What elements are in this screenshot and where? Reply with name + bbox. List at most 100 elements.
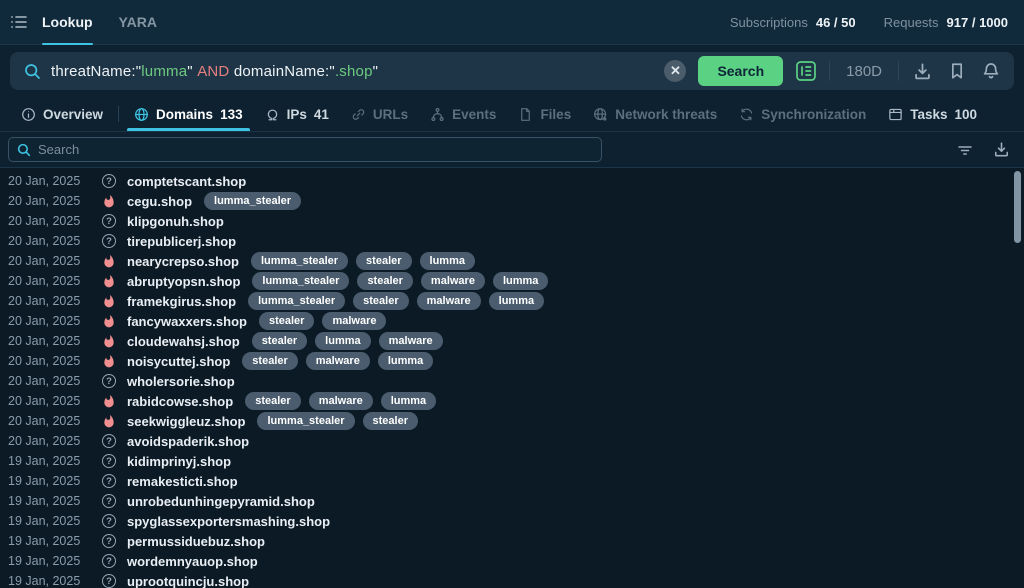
row-domain[interactable]: seekwiggleuz.shop — [127, 414, 245, 429]
tag[interactable]: stealer — [259, 312, 314, 329]
row-date: 20 Jan, 2025 — [8, 394, 92, 408]
download-icon[interactable] — [911, 60, 934, 83]
tab-overview[interactable]: Overview — [10, 97, 114, 131]
tab-domains[interactable]: Domains133 — [123, 97, 254, 131]
table-row[interactable]: 19 Jan, 2025?spyglassexportersmashing.sh… — [0, 511, 1024, 531]
filter-search-input[interactable] — [38, 142, 593, 157]
fire-icon — [102, 194, 116, 209]
row-domain[interactable]: cegu.shop — [127, 194, 192, 209]
tab-urls-label: URLs — [373, 107, 408, 122]
tag[interactable]: stealer — [353, 292, 408, 309]
table-row[interactable]: 19 Jan, 2025?remakesticti.shop — [0, 471, 1024, 491]
row-domain[interactable]: abruptyopsn.shop — [127, 274, 240, 289]
row-domain[interactable]: permussiduebuz.shop — [127, 534, 265, 549]
search-button[interactable]: Search — [698, 56, 783, 86]
row-domain[interactable]: remakesticti.shop — [127, 474, 238, 489]
tag[interactable]: lumma — [378, 352, 433, 369]
tag[interactable]: lumma_stealer — [257, 412, 354, 429]
row-domain[interactable]: klipgonuh.shop — [127, 214, 224, 229]
row-domain[interactable]: cloudewahsj.shop — [127, 334, 240, 349]
bell-icon[interactable] — [980, 60, 1002, 82]
tab-domains-count: 133 — [220, 107, 243, 122]
row-domain[interactable]: uprootquincju.shop — [127, 574, 249, 588]
tab-tasks[interactable]: Tasks100 — [877, 97, 988, 131]
tag[interactable]: stealer — [242, 352, 297, 369]
tag[interactable]: stealer — [245, 392, 300, 409]
tag[interactable]: lumma — [315, 332, 370, 349]
tag[interactable]: stealer — [356, 252, 411, 269]
question-icon: ? — [102, 434, 116, 448]
table-row[interactable]: 19 Jan, 2025?wordemnyauop.shop — [0, 551, 1024, 571]
tag[interactable]: lumma — [381, 392, 436, 409]
row-domain[interactable]: noisycuttej.shop — [127, 354, 230, 369]
row-domain[interactable]: kidimprinyj.shop — [127, 454, 231, 469]
tag[interactable]: malware — [309, 392, 373, 409]
table-row[interactable]: 20 Jan, 2025nearycrepso.shoplumma_steale… — [0, 251, 1024, 271]
tag[interactable]: lumma_stealer — [248, 292, 345, 309]
query-input[interactable]: threatName:"lumma" AND domainName:".shop… — [51, 63, 378, 80]
period-selector[interactable]: 180D — [842, 63, 886, 80]
tag[interactable]: lumma — [493, 272, 548, 289]
table-row[interactable]: 20 Jan, 2025?klipgonuh.shop — [0, 211, 1024, 231]
row-domain[interactable]: avoidspaderik.shop — [127, 434, 249, 449]
table-row[interactable]: 20 Jan, 2025cegu.shoplumma_stealer — [0, 191, 1024, 211]
table-row[interactable]: 20 Jan, 2025fancywaxxers.shopstealermalw… — [0, 311, 1024, 331]
tab-synchronization-label: Synchronization — [761, 107, 866, 122]
table-row[interactable]: 20 Jan, 2025seekwiggleuz.shoplumma_steal… — [0, 411, 1024, 431]
row-domain[interactable]: spyglassexportersmashing.shop — [127, 514, 330, 529]
tag[interactable]: lumma_stealer — [251, 252, 348, 269]
tag[interactable]: stealer — [363, 412, 418, 429]
row-domain[interactable]: tirepublicerj.shop — [127, 234, 236, 249]
download-icon[interactable] — [991, 139, 1012, 160]
row-tags: stealer lumma malware — [252, 332, 443, 349]
table-row[interactable]: 20 Jan, 2025?wholersorie.shop — [0, 371, 1024, 391]
menu-list-icon[interactable] — [10, 14, 28, 30]
row-domain[interactable]: comptetscant.shop — [127, 174, 246, 189]
row-domain[interactable]: wordemnyauop.shop — [127, 554, 258, 569]
nav-tab-yara[interactable]: YARA — [119, 0, 157, 45]
tag[interactable]: lumma_stealer — [252, 272, 349, 289]
nav-tab-lookup[interactable]: Lookup — [42, 0, 93, 45]
clear-query-button[interactable]: ✕ — [664, 60, 686, 82]
row-domain[interactable]: unrobedunhingepyramid.shop — [127, 494, 315, 509]
table-row[interactable]: 20 Jan, 2025 rabidcowse.shop stealer malwar… — [0, 391, 1024, 411]
table-row[interactable]: 20 Jan, 2025framekgirus.shoplumma_steale… — [0, 291, 1024, 311]
table-row[interactable]: 20 Jan, 2025?avoidspaderik.shop — [0, 431, 1024, 451]
row-domain[interactable]: fancywaxxers.shop — [127, 314, 247, 329]
table-row[interactable]: 20 Jan, 2025abruptyopsn.shoplumma_steale… — [0, 271, 1024, 291]
tab-events: Events — [419, 97, 507, 131]
tag[interactable]: malware — [306, 352, 370, 369]
table-row[interactable]: 19 Jan, 2025?kidimprinyj.shop — [0, 451, 1024, 471]
row-domain[interactable]: rabidcowse.shop — [127, 394, 233, 409]
tag[interactable]: malware — [421, 272, 485, 289]
table-row[interactable]: 19 Jan, 2025?permussiduebuz.shop — [0, 531, 1024, 551]
query-bar[interactable]: threatName:"lumma" AND domainName:".shop… — [10, 52, 1014, 90]
table-row[interactable]: 20 Jan, 2025cloudewahsj.shopstealerlumma… — [0, 331, 1024, 351]
tab-synchronization: Synchronization — [728, 97, 877, 131]
tag[interactable]: malware — [417, 292, 481, 309]
tag[interactable]: stealer — [252, 332, 307, 349]
query-builder-icon[interactable] — [795, 60, 817, 82]
table-row[interactable]: 20 Jan, 2025?tirepublicerj.shop — [0, 231, 1024, 251]
row-domain[interactable]: nearycrepso.shop — [127, 254, 239, 269]
tag[interactable]: lumma — [489, 292, 544, 309]
bookmark-icon[interactable] — [946, 60, 968, 82]
table-row[interactable]: 19 Jan, 2025?uprootquincju.shop — [0, 571, 1024, 588]
app-root: Lookup YARA Subscriptions 46 / 50 Reques… — [0, 0, 1024, 588]
row-date: 19 Jan, 2025 — [8, 454, 92, 468]
filter-icon[interactable] — [955, 141, 975, 159]
filter-search-box[interactable] — [8, 137, 602, 162]
tag[interactable]: stealer — [357, 272, 412, 289]
tag[interactable]: lumma — [420, 252, 475, 269]
row-domain[interactable]: wholersorie.shop — [127, 374, 235, 389]
row-status: ? — [98, 514, 120, 528]
scrollbar-thumb[interactable] — [1014, 171, 1021, 243]
tab-ips[interactable]: IPs41 — [254, 97, 340, 131]
table-row[interactable]: 20 Jan, 2025?comptetscant.shop — [0, 171, 1024, 191]
table-row[interactable]: 19 Jan, 2025?unrobedunhingepyramid.shop — [0, 491, 1024, 511]
tag[interactable]: malware — [379, 332, 443, 349]
table-row[interactable]: 20 Jan, 2025noisycuttej.shopstealermalwa… — [0, 351, 1024, 371]
tag[interactable]: lumma_stealer — [204, 192, 301, 209]
tag[interactable]: malware — [322, 312, 386, 329]
row-domain[interactable]: framekgirus.shop — [127, 294, 236, 309]
